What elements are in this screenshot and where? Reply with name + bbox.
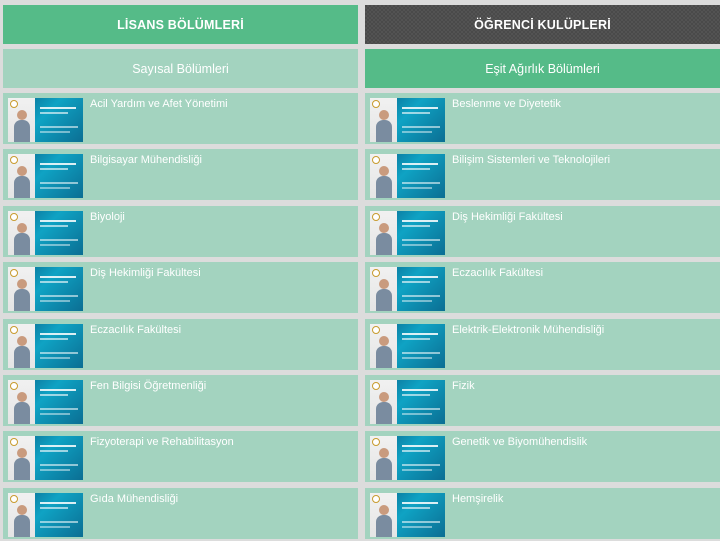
department-title: Diş Hekimliği Fakültesi <box>452 210 563 223</box>
department-card[interactable]: Genetik ve Biyomühendislik <box>365 431 720 483</box>
department-thumbnail <box>8 98 83 142</box>
department-card[interactable]: Biyoloji <box>3 205 358 257</box>
department-title: Fen Bilgisi Öğretmenliği <box>90 379 207 392</box>
department-thumbnail <box>8 323 83 368</box>
department-thumbnail <box>370 492 445 537</box>
department-title: Fizyoterapi ve Rehabilitasyon <box>90 436 234 449</box>
department-thumbnail <box>8 436 83 481</box>
department-thumbnail <box>8 379 83 424</box>
university-logo-icon <box>372 381 380 390</box>
department-title: Biyoloji <box>90 210 125 223</box>
department-title: Diş Hekimliği Fakültesi <box>90 267 201 280</box>
university-logo-icon <box>372 325 380 334</box>
department-thumbnail <box>370 267 445 312</box>
university-logo-icon <box>372 494 380 503</box>
subtab-sayisal-bolumleri[interactable]: Sayısal Bölümleri <box>3 49 358 88</box>
department-title: Bilgisayar Mühendisliği <box>90 154 202 167</box>
university-logo-icon <box>10 212 18 221</box>
department-card[interactable]: Diş Hekimliği Fakültesi <box>3 262 358 314</box>
department-thumbnail <box>370 154 445 199</box>
university-logo-icon <box>10 325 18 334</box>
university-logo-icon <box>372 100 380 108</box>
university-logo-icon <box>10 381 18 390</box>
department-title: Genetik ve Biyomühendislik <box>452 436 588 449</box>
department-title: Hemşirelik <box>452 492 504 505</box>
department-thumbnail <box>8 210 83 255</box>
department-thumbnail <box>370 210 445 255</box>
department-thumbnail <box>8 267 83 312</box>
left-column: LİSANS BÖLÜMLERİ Sayısal Bölümleri Acil … <box>3 5 358 541</box>
department-title: Beslenme ve Diyetetik <box>452 98 561 110</box>
department-card[interactable]: Acil Yardım ve Afet Yönetimi <box>3 93 358 144</box>
department-title: Gıda Mühendisliği <box>90 492 179 505</box>
department-card[interactable]: Bilgisayar Mühendisliği <box>3 149 358 201</box>
department-card[interactable]: Gıda Mühendisliği <box>3 487 358 539</box>
department-card[interactable]: Bilişim Sistemleri ve Teknolojileri <box>365 149 720 201</box>
tab-ogrenci-kulupleri[interactable]: ÖĞRENCİ KULÜPLERİ <box>365 5 720 44</box>
department-list-sayisal: Acil Yardım ve Afet Yönetimi Bilgisayar … <box>3 93 358 539</box>
department-card[interactable]: Diş Hekimliği Fakültesi <box>365 205 720 257</box>
department-card[interactable]: Fizyoterapi ve Rehabilitasyon <box>3 431 358 483</box>
department-card[interactable]: Fen Bilgisi Öğretmenliği <box>3 374 358 426</box>
department-card[interactable]: Fizik <box>365 374 720 426</box>
department-title: Acil Yardım ve Afet Yönetimi <box>90 98 228 110</box>
university-logo-icon <box>372 212 380 221</box>
department-card[interactable]: Elektrik-Elektronik Mühendisliği <box>365 318 720 370</box>
tab-lisans-bolumleri[interactable]: LİSANS BÖLÜMLERİ <box>3 5 358 44</box>
department-card[interactable]: Hemşirelik <box>365 487 720 539</box>
right-column: ÖĞRENCİ KULÜPLERİ Eşit Ağırlık Bölümleri… <box>365 5 720 541</box>
department-card[interactable]: Eczacılık Fakültesi <box>3 318 358 370</box>
department-title: Elektrik-Elektronik Mühendisliği <box>452 323 605 336</box>
department-list-esit-agirlik: Beslenme ve Diyetetik Bilişim Sistemleri… <box>365 93 720 539</box>
department-card[interactable]: Eczacılık Fakültesi <box>365 262 720 314</box>
department-thumbnail <box>370 323 445 368</box>
department-title: Eczacılık Fakültesi <box>452 267 544 280</box>
department-thumbnail <box>8 154 83 199</box>
university-logo-icon <box>10 494 18 503</box>
department-thumbnail <box>370 98 445 142</box>
department-title: Eczacılık Fakültesi <box>90 323 182 336</box>
department-thumbnail <box>8 492 83 537</box>
department-thumbnail <box>370 379 445 424</box>
university-logo-icon <box>10 100 18 108</box>
department-card[interactable]: Beslenme ve Diyetetik <box>365 93 720 144</box>
department-title: Bilişim Sistemleri ve Teknolojileri <box>452 154 611 167</box>
department-thumbnail <box>370 436 445 481</box>
subtab-esit-agirlik-bolumleri[interactable]: Eşit Ağırlık Bölümleri <box>365 49 720 88</box>
department-title: Fizik <box>452 379 475 392</box>
